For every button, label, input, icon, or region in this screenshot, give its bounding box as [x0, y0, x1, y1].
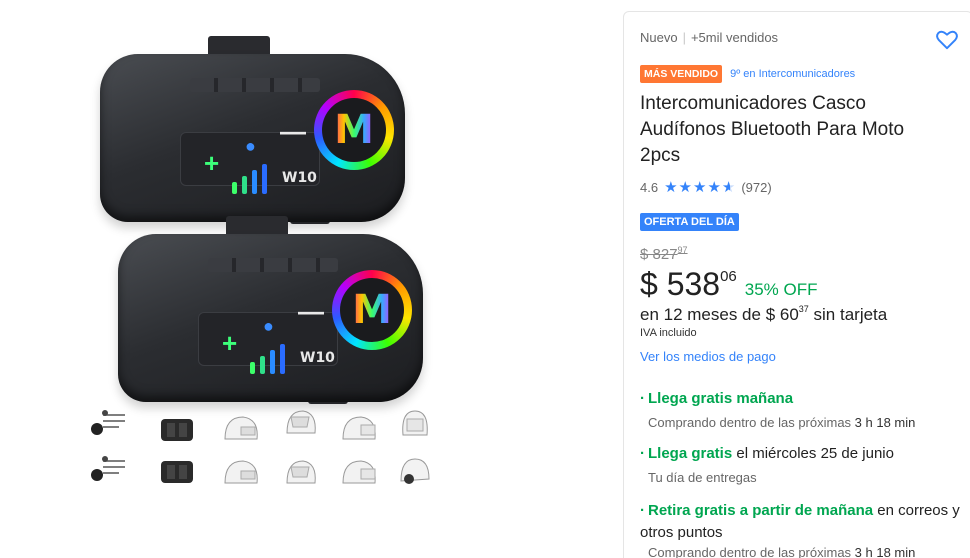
installments-suffix: sin tarjeta — [808, 305, 888, 324]
original-price: $ 82797 — [640, 245, 688, 263]
countdown: 3 h 18 min — [854, 545, 916, 558]
sold-count: +5mil vendidos — [690, 30, 779, 45]
helmet-icon — [402, 410, 428, 436]
shipping-highlight: Retira gratis a partir de mañana — [648, 502, 874, 519]
rating-value: 4.6 — [640, 179, 659, 195]
shipping-subtext-3: Comprando dentro de las próximas 3 h 18 … — [648, 545, 916, 558]
helmet-icon — [342, 460, 376, 484]
shipping-highlight: Llega gratis — [648, 445, 733, 462]
tax-note: IVA incluido — [640, 327, 697, 339]
current-price: $ 53806 35% OFF — [640, 266, 818, 303]
discount-label: 35% OFF — [744, 280, 818, 299]
payment-methods-link[interactable]: Ver los medios de pago — [640, 349, 776, 364]
shipping-option-1[interactable]: · Llega gratis mañana — [640, 390, 960, 407]
mount-clip-icon — [161, 419, 193, 441]
earphone-cable-icon — [91, 456, 125, 481]
countdown: 3 h 18 min — [854, 415, 916, 430]
shipping-option-3[interactable]: · Retira gratis a partir de mañana en cor… — [640, 500, 960, 544]
review-count: (972) — [741, 179, 772, 195]
installments-text: en 12 meses de $ 6037 sin tarjeta — [640, 304, 888, 325]
condition-label: Nuevo — [640, 30, 678, 45]
price-main: $ 538 — [640, 266, 721, 302]
device-logo: W10 — [300, 350, 335, 366]
star-icon: ★ — [678, 179, 692, 196]
helmet-icon — [224, 460, 258, 484]
star-half-icon: ★ — [721, 179, 736, 196]
best-seller-badge: MÁS VENDIDO — [640, 65, 723, 83]
star-icon: ★ — [664, 179, 678, 196]
rating-row[interactable]: 4.6 ★ ★ ★ ★ ★ (972) — [640, 178, 772, 196]
shipping-highlight: Llega gratis mañana — [648, 390, 794, 407]
star-icon: ★ — [707, 179, 721, 196]
shipping-subtext-1: Comprando dentro de las próximas 3 h 18 … — [648, 415, 916, 430]
deal-of-day-badge: OFERTA DEL DÍA — [640, 213, 739, 231]
helmet-icon — [342, 416, 376, 440]
earphone-cable-icon — [91, 410, 125, 435]
device-logo: W10 — [282, 170, 317, 186]
installments-prefix: en 12 meses de $ 60 — [640, 305, 799, 324]
helmet-icon — [400, 458, 430, 484]
heart-outline-icon[interactable] — [934, 26, 960, 52]
rating-stars: ★ ★ ★ ★ ★ — [664, 178, 735, 196]
helmet-icon — [224, 416, 258, 440]
helmet-icon — [286, 410, 316, 434]
intercom-device-top: + ● — W10 M — [100, 36, 405, 226]
price-cents: 06 — [720, 268, 737, 285]
original-price-main: $ 827 — [640, 246, 678, 263]
best-seller-row: MÁS VENDIDO 9º en Intercomunicadores — [640, 65, 855, 83]
installments-cents: 37 — [798, 304, 809, 314]
mount-clip-icon — [161, 461, 193, 483]
star-icon: ★ — [692, 179, 707, 196]
category-rank-link[interactable]: 9º en Intercomunicadores — [730, 68, 855, 80]
intercom-device-bottom: + ● — W10 M — [118, 216, 423, 406]
shipping-option-2[interactable]: · Llega gratis el miércoles 25 de junio — [640, 445, 960, 462]
helmet-icon — [286, 460, 316, 484]
buy-box: Nuevo | +5mil vendidos MÁS VENDIDO 9º en I… — [623, 11, 970, 558]
original-price-cents: 97 — [677, 245, 688, 255]
product-title: Intercomunicadores Casco Audífonos Bluet… — [640, 93, 905, 166]
shipping-subtext-2: Tu día de entregas — [648, 470, 757, 485]
product-meta: Nuevo | +5mil vendidos — [640, 30, 779, 45]
product-image[interactable]: + ● — W10 M + ● — W10 M — [0, 0, 620, 558]
